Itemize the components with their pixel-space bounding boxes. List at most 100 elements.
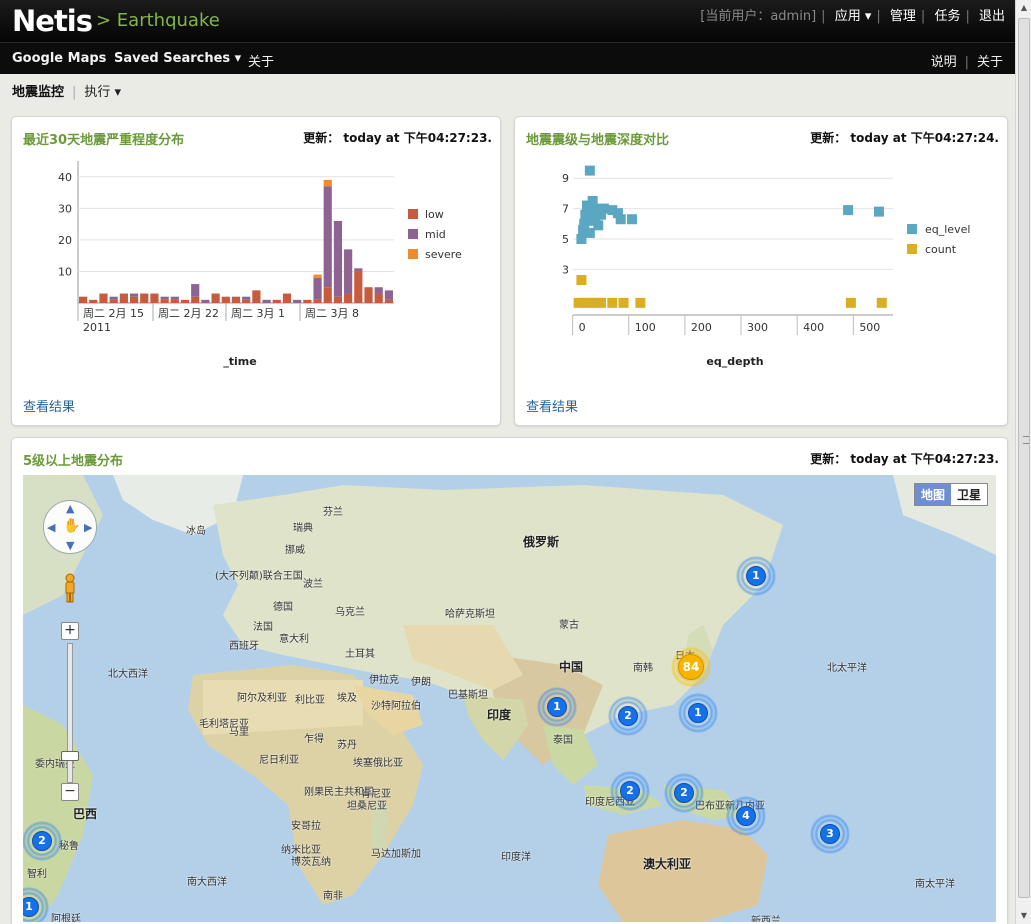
bar-low — [333, 296, 343, 303]
map-place-label: 印度 — [487, 708, 512, 722]
bar-mid — [191, 284, 200, 297]
scroll-up-icon[interactable]: ▲ — [1016, 0, 1031, 16]
bar-low — [160, 299, 169, 303]
bar-low — [119, 293, 128, 303]
bar-severe — [313, 274, 322, 278]
bar-mid — [242, 296, 251, 300]
bar-mid — [333, 220, 343, 297]
legend-label: count — [925, 243, 957, 256]
earthquake-cluster-marker[interactable]: 3 — [810, 814, 850, 854]
map-place-label: 博茨瓦纳 — [291, 857, 331, 868]
earthquake-cluster-marker[interactable]: 2 — [610, 771, 650, 811]
apps-menu[interactable]: 应用 ▾ — [835, 9, 872, 24]
pan-left-icon[interactable]: ◀ — [47, 521, 55, 534]
level-depth-chart: 3 5 7 9 0 100 200 300 400 500 eq_depth eq_level coun… — [515, 153, 1007, 383]
view-results-link[interactable]: 查看结果 — [23, 396, 75, 415]
cluster-count: 2 — [674, 783, 694, 803]
pan-right-icon[interactable]: ▶ — [84, 521, 92, 534]
bar-low — [79, 296, 88, 303]
manage-link[interactable]: 管理 — [890, 9, 916, 24]
map-place-label: 哈萨克斯坦 — [445, 609, 495, 620]
earthquake-cluster-marker[interactable]: 1 — [678, 693, 718, 733]
scrollbar-thumb[interactable] — [1018, 18, 1030, 898]
cluster-count: 4 — [736, 806, 756, 826]
nav-saved-searches[interactable]: Saved Searches ▾ — [114, 51, 241, 66]
point-count — [618, 297, 629, 308]
map-place-label: 土耳其 — [345, 649, 375, 660]
bar-low — [129, 296, 139, 303]
world-map[interactable]: 芬兰 冰岛 瑞典 挪威 俄罗斯 (大不列颠)联合王国 波兰 德国 乌克兰 哈萨克斯坦 法国 蒙古 西班牙… — [23, 475, 996, 922]
pan-control[interactable]: ▲ ◀ ▶ ▼ ✋ — [43, 500, 97, 554]
earthquake-cluster-marker[interactable]: 1 — [736, 556, 776, 596]
point-eq_level — [615, 214, 626, 225]
zoom-slider-track[interactable] — [67, 643, 73, 783]
map-place-label: 阿尔及利亚 — [237, 693, 287, 704]
bar-mid — [354, 268, 363, 272]
legend-label: mid — [425, 228, 446, 241]
earthquake-cluster-marker[interactable]: 1 — [537, 687, 577, 727]
zoom-slider-thumb[interactable] — [61, 751, 79, 761]
cluster-count: 1 — [547, 697, 567, 717]
map-place-label: 南太平洋 — [915, 879, 955, 890]
pan-up-icon[interactable]: ▲ — [66, 502, 74, 515]
x-tick-label: 周二 3月 1 — [231, 307, 285, 320]
cluster-count: 2 — [32, 831, 52, 851]
map-place-label: 挪威 — [285, 545, 305, 556]
satellite-view-button[interactable]: 卫星 — [951, 484, 987, 505]
nav-about[interactable]: 关于 — [248, 51, 274, 70]
bar-low — [180, 299, 190, 303]
jobs-link[interactable]: 任务 — [934, 9, 960, 24]
map-place-label: 德国 — [273, 602, 293, 613]
bar-low — [282, 293, 292, 303]
map-place-label: 尼日利亚 — [259, 755, 299, 766]
bar-low — [323, 287, 332, 303]
earthquake-cluster-marker[interactable]: 2 — [664, 773, 704, 813]
bar-low — [272, 299, 281, 303]
map-place-label: 新西兰 — [751, 916, 781, 922]
bar-mid — [323, 186, 332, 288]
app-name[interactable]: > Earthquake — [96, 10, 220, 31]
help-link[interactable]: 说明 — [931, 55, 957, 70]
bar-mid — [201, 299, 210, 303]
updated-time: 更新： today at 下午04:27:23. — [810, 452, 999, 466]
point-eq_level — [873, 206, 884, 217]
map-place-label: (大不列颠)联合王国 — [215, 571, 303, 582]
bar-low — [384, 299, 393, 303]
x-tick-label: 周二 2月 15 — [83, 307, 144, 320]
pan-down-icon[interactable]: ▼ — [66, 539, 74, 552]
logout-link[interactable]: 退出 — [979, 9, 1005, 24]
map-place-label: 乍得 — [304, 734, 324, 745]
pegman-icon[interactable] — [63, 573, 77, 603]
map-place-label: 北大西洋 — [108, 669, 148, 680]
map-place-label: 南非 — [323, 891, 343, 902]
x-axis-label: _time — [223, 355, 256, 368]
bar-mid — [313, 277, 322, 300]
severity-bar-chart: 10 20 30 40 周二 2月 152011 周二 2月 22 周二 3月 1 周二 3月… — [58, 161, 462, 368]
bar-low — [303, 299, 312, 303]
about-link[interactable]: 关于 — [977, 55, 1003, 70]
zoom-out-button[interactable]: − — [61, 783, 79, 801]
bar-low — [170, 299, 179, 303]
map-place-label: 蒙古 — [559, 620, 579, 631]
level-depth-panel: 地震震级与地震深度对比 更新： today at 下午04:27:24. 3 5 7… — [514, 116, 1008, 426]
point-count — [845, 297, 856, 308]
earthquake-cluster-marker[interactable]: 2 — [608, 696, 648, 736]
zoom-in-button[interactable]: + — [61, 622, 79, 640]
earthquake-cluster-marker[interactable]: 4 — [726, 796, 766, 836]
y-tick-label: 9 — [562, 172, 569, 185]
actions-menu[interactable]: 执行 ▾ — [84, 85, 121, 100]
legend-swatch — [408, 249, 418, 259]
map-view-button[interactable]: 地图 — [914, 484, 951, 505]
scroll-down-icon[interactable]: ▼ — [1016, 908, 1031, 924]
nav-google-maps[interactable]: Google Maps — [12, 51, 106, 66]
panel-title: 5级以上地震分布 — [23, 454, 124, 469]
earthquake-cluster-marker[interactable]: 2 — [23, 821, 62, 861]
x-axis-label: eq_depth — [706, 355, 763, 368]
dashboard-title: 地震监控 — [12, 85, 65, 100]
vertical-scrollbar[interactable]: ▲ ▼ — [1015, 0, 1031, 924]
view-results-link[interactable]: 查看结果 — [526, 396, 578, 415]
bar-severe — [323, 179, 332, 187]
netis-logo[interactable]: Netis — [12, 4, 93, 38]
earthquake-cluster-marker[interactable]: 84 — [671, 647, 711, 687]
map-place-label: 埃及 — [337, 693, 357, 704]
